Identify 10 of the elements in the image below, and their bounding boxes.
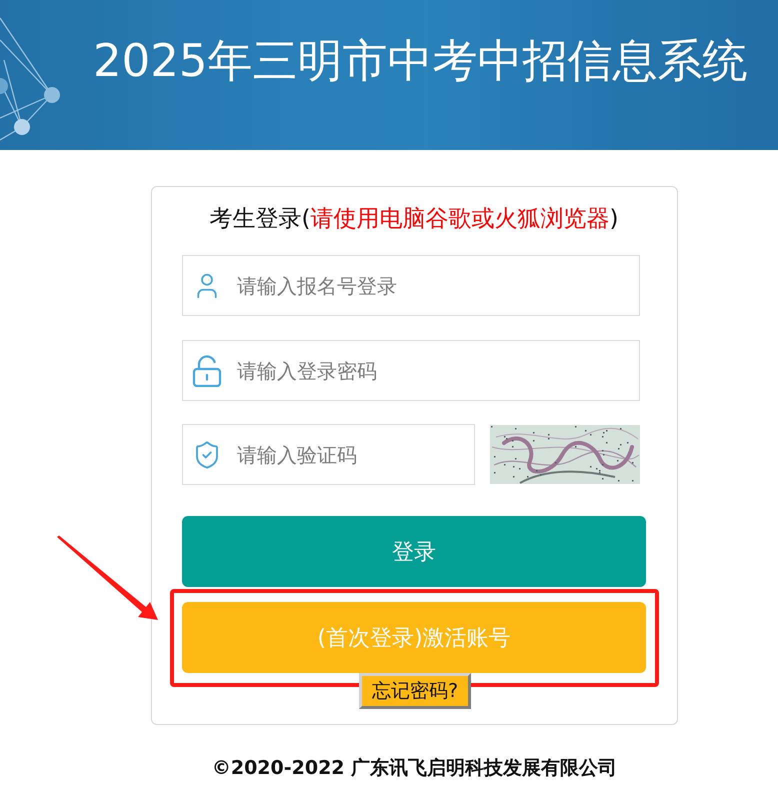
forgot-password-button[interactable]: 忘记密码? xyxy=(358,673,472,709)
password-field[interactable]: 请输入登录密码 xyxy=(182,340,640,401)
lock-icon xyxy=(192,354,222,386)
login-heading: 考生登录(请使用电脑谷歌或火狐浏览器) xyxy=(208,205,620,234)
login-button[interactable]: 登录 xyxy=(182,516,646,587)
captcha-field[interactable]: 请输入验证码 xyxy=(182,424,475,485)
copyright-text: ©2020-2022 广东讯飞启明科技发展有限公司 xyxy=(212,756,618,781)
system-title: 2025年三明市中考中招信息系统 xyxy=(93,34,748,88)
username-field[interactable]: 请输入报名号登录 xyxy=(182,255,640,316)
activate-account-button[interactable]: (首次登录)激活账号 xyxy=(182,602,646,673)
